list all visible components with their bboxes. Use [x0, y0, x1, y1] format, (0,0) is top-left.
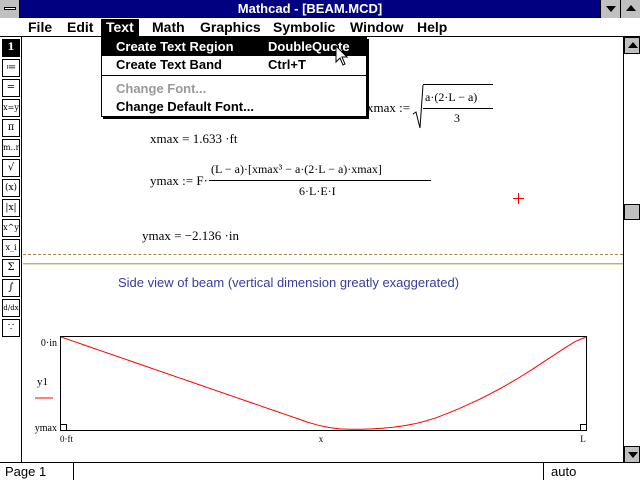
scroll-thumb[interactable] [624, 204, 640, 221]
menu-create-text-band-shortcut: Ctrl+T [268, 57, 306, 72]
minimize-icon [606, 6, 616, 12]
ymax-fraction-bar [209, 180, 431, 181]
menu-change-font-label: Change Font... [116, 81, 207, 96]
plot-frame [60, 336, 587, 431]
menu-text[interactable]: Text [101, 19, 139, 36]
menu-change-default-font-label: Change Default Font... [116, 99, 254, 114]
text-menu-dropdown: Create Text Region DoubleQuote Create Te… [101, 37, 367, 117]
minimize-button[interactable] [600, 0, 620, 18]
xmax-numerator: a·(2·L − a) [425, 90, 478, 104]
title-bar[interactable]: Mathcad - [BEAM.MCD] [0, 0, 640, 18]
palette-paren-icon[interactable]: (x) [2, 179, 20, 197]
xmax-denominator: 3 [454, 111, 460, 125]
menu-create-text-region[interactable]: Create Text Region DoubleQuote [102, 38, 366, 56]
menu-create-text-band[interactable]: Create Text Band Ctrl+T [102, 56, 366, 74]
sqrt-radical-icon [412, 84, 424, 129]
menu-create-text-band-label: Create Text Band [116, 57, 222, 72]
system-menu-icon [4, 7, 16, 10]
palette-define-icon[interactable]: ≔ [2, 59, 20, 77]
palette-derivative-icon[interactable]: d/dx [2, 299, 20, 317]
y-tick-label-top: 0·in [41, 338, 57, 349]
scroll-down-icon [628, 452, 638, 458]
window-title: Mathcad - [BEAM.MCD] [237, 1, 383, 16]
x-tick-label-right: L [580, 434, 586, 444]
palette-range-icon[interactable]: m..n [2, 139, 20, 157]
xmax-fraction-bar [423, 108, 493, 109]
insertion-crosshair-icon [513, 193, 524, 204]
math-palette: 1 ≔ = x=y π m..n √ (x) |x| x^y x_i Σ ∫ d… [0, 37, 22, 463]
maximize-icon [626, 5, 636, 11]
menu-graphics[interactable]: Graphics [195, 19, 266, 36]
menu-file[interactable]: File [23, 19, 57, 36]
status-bar: Page 1 auto [0, 462, 640, 480]
palette-number-icon[interactable]: 1 [2, 39, 20, 57]
sqrt-vinculum [423, 84, 493, 85]
menu-help[interactable]: Help [412, 19, 452, 36]
palette-power-icon[interactable]: x^y [2, 219, 20, 237]
y-tick-label-bottom: ymax [35, 423, 57, 434]
menu-symbolic[interactable]: Symbolic [268, 19, 340, 36]
beam-deflection-plot[interactable]: 0·in ymax y1 0·ft x L [23, 332, 623, 462]
menu-bar: File Edit Text Math Graphics Symbolic Wi… [0, 18, 640, 37]
system-menu-button[interactable] [0, 0, 20, 18]
page-break-line [23, 254, 623, 255]
ymax-definition-lhs[interactable]: ymax := F· [150, 173, 208, 189]
palette-misc-icon[interactable]: ∵ [2, 319, 20, 337]
status-page: Page 1 [5, 464, 47, 479]
xmax-definition-lhs[interactable]: xmax := [367, 100, 410, 116]
status-mode: auto [551, 464, 577, 479]
palette-equals-icon[interactable]: = [2, 79, 20, 97]
mouse-pointer-icon [335, 45, 349, 66]
ymax-numerator: (L − a)·[xmax³ − a·(2·L − a)·xmax] [211, 162, 382, 176]
menu-math[interactable]: Math [147, 19, 190, 36]
menu-window[interactable]: Window [345, 19, 409, 36]
scroll-up-icon [628, 42, 638, 48]
xmax-result[interactable]: xmax = 1.633 ·ft [150, 131, 237, 147]
palette-bool-equals-icon[interactable]: x=y [2, 99, 20, 117]
ymax-result[interactable]: ymax = −2.136 ·in [142, 228, 239, 244]
scroll-up-button[interactable] [624, 37, 640, 54]
vertical-scrollbar[interactable] [623, 37, 640, 463]
x-tick-label-left: 0·ft [60, 434, 73, 444]
palette-sum-icon[interactable]: Σ [2, 259, 20, 277]
status-separator [543, 463, 544, 480]
menu-change-default-font[interactable]: Change Default Font... [102, 98, 366, 116]
palette-subscript-icon[interactable]: x_i [2, 239, 20, 257]
caption-text-region[interactable]: Side view of beam (vertical dimension gr… [118, 275, 459, 290]
x-marker-label: x [319, 434, 324, 444]
menu-create-text-region-label: Create Text Region [116, 39, 234, 54]
palette-pi-icon[interactable]: π [2, 119, 20, 137]
menu-separator [102, 75, 366, 76]
palette-integral-icon[interactable]: ∫ [2, 279, 20, 297]
palette-sqrt-icon[interactable]: √ [2, 159, 20, 177]
palette-abs-icon[interactable]: |x| [2, 199, 20, 217]
text-band-rule-shadow [23, 264, 623, 265]
ymax-denominator: 6·L·E·I [299, 184, 336, 198]
status-separator [73, 463, 74, 480]
scroll-down-button[interactable] [624, 446, 640, 463]
maximize-button[interactable] [620, 0, 640, 18]
menu-change-font[interactable]: Change Font... [102, 80, 366, 98]
menu-edit[interactable]: Edit [62, 19, 98, 36]
legend-label-y1: y1 [37, 376, 48, 388]
